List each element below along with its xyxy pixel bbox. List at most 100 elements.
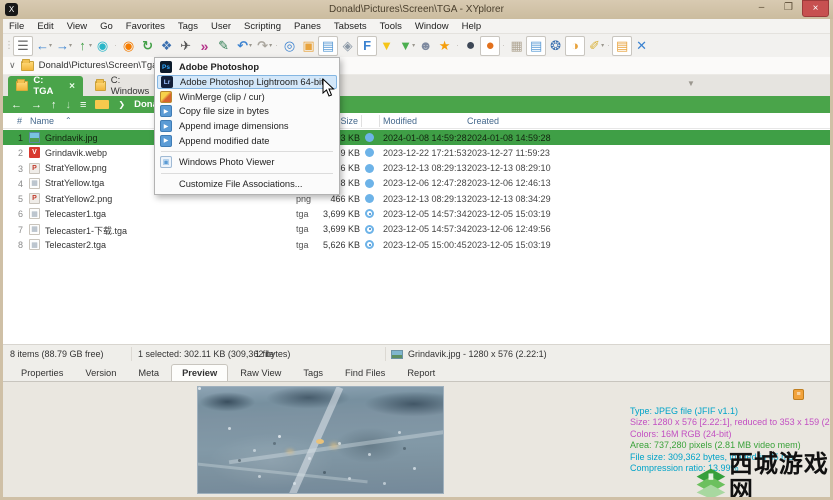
crumb-down-icon[interactable]: ↓	[66, 99, 72, 111]
table-row[interactable]: 1 Grindavik.jpg 303 KB 2024-01-08 14:59:…	[3, 130, 830, 146]
table-row[interactable]: 7 ▦ Telecaster1-下载.tga tga 3,699 KB 2023…	[3, 222, 830, 237]
close-button[interactable]: ×	[802, 0, 829, 17]
pen-icon[interactable]: ✎	[214, 36, 233, 55]
location-pin-icon[interactable]: ◉	[93, 36, 112, 55]
tools-icon[interactable]: ✕	[632, 36, 651, 55]
paste-icon[interactable]: ▤	[318, 35, 339, 56]
search-icon[interactable]: ◎	[280, 36, 299, 55]
panel-flag-icon[interactable]: ≡	[793, 389, 804, 400]
preview-image[interactable]	[197, 386, 444, 494]
refresh-icon[interactable]: ↻	[138, 36, 157, 55]
address-path[interactable]: Donald\Pictures\Screen\Tga	[39, 60, 158, 71]
thumbnail-icon	[391, 349, 403, 359]
table-row[interactable]: 5 P StratYellow2.png png 466 KB 2023-12-…	[3, 191, 830, 206]
menu-help[interactable]: Help	[462, 21, 482, 32]
crumb-up-icon[interactable]: ↑	[51, 99, 57, 111]
tab-report[interactable]: Report	[397, 365, 445, 381]
info-size: Size: 1280 x 576 [2.22:1], reduced to 35…	[630, 417, 833, 428]
table-row[interactable]: 2 V Grindavik.webp 59 KB 2023-12-22 17:2…	[3, 145, 830, 160]
tab-raw-view[interactable]: Raw View	[230, 365, 291, 381]
menu-item-winmerge[interactable]: WinMerge (clip / cur)	[157, 89, 337, 104]
toolbar-separator: ·	[114, 41, 117, 50]
menu-user[interactable]: User	[211, 21, 231, 32]
address-expander-icon[interactable]: ∨	[9, 60, 16, 71]
badge-icon[interactable]: ❂	[546, 36, 565, 55]
folder-icon[interactable]	[95, 100, 110, 109]
redo-dropdown-icon[interactable]: ▾	[269, 42, 272, 49]
menu-edit[interactable]: Edit	[37, 21, 53, 32]
column-header-created[interactable]: Created	[467, 116, 499, 126]
details-view-icon[interactable]: ▤	[526, 35, 547, 56]
menu-item-customize-file-associations[interactable]: Customize File Associations...	[157, 177, 337, 192]
scripts-icon[interactable]: »	[195, 36, 214, 55]
grip-handle[interactable]: ⋮	[4, 36, 14, 55]
menu-item-lightroom[interactable]: Lr Adobe Photoshop Lightroom 64-bit	[157, 74, 337, 90]
address-bar[interactable]: ∨ Donald\Pictures\Screen\Tga	[3, 57, 830, 75]
tab-tags[interactable]: Tags	[293, 365, 333, 381]
forward-dropdown-icon[interactable]: ▾	[69, 42, 72, 49]
crumb-back-icon[interactable]: ←	[11, 99, 22, 111]
table-row[interactable]: 4 ▦ StratYellow.tga 938 KB 2023-12-06 12…	[3, 176, 830, 191]
table-row[interactable]: 8 ▦ Telecaster2.tga tga 5,626 KB 2023-12…	[3, 237, 830, 252]
lock-bag-icon[interactable]: ◈	[338, 36, 357, 55]
menu-tags[interactable]: Tags	[178, 21, 198, 32]
table-row[interactable]: 6 ▦ Telecaster1.tga tga 3,699 KB 2023-12…	[3, 206, 830, 221]
filter-dropdown-icon[interactable]: ▾	[412, 42, 415, 49]
notepad-icon[interactable]: ▤	[612, 35, 633, 56]
menu-item-adobe-photoshop[interactable]: Ps Adobe Photoshop	[157, 60, 337, 75]
undo-dropdown-icon[interactable]: ▾	[249, 42, 252, 49]
label-dot-icon	[365, 163, 374, 173]
menu-view[interactable]: View	[67, 21, 87, 32]
column-divider[interactable]	[379, 115, 380, 127]
info-area: Area: 737,280 pixels (2.81 MB video mem)	[630, 440, 801, 451]
menu-panes[interactable]: Panes	[294, 21, 321, 32]
font-icon[interactable]: F	[357, 35, 378, 56]
copy-icon[interactable]: ▣	[299, 36, 318, 55]
column-header-number[interactable]: #	[17, 116, 22, 126]
tab-c-tga[interactable]: C: TGA ×	[8, 75, 83, 97]
tab-properties[interactable]: Properties	[11, 365, 73, 381]
back-dropdown-icon[interactable]: ▾	[49, 42, 52, 49]
menu-favorites[interactable]: Favorites	[126, 21, 165, 32]
menu-tabsets[interactable]: Tabsets	[334, 21, 367, 32]
tablist-filter-icon[interactable]: ▼	[687, 79, 695, 88]
maximize-button[interactable]: ❐	[775, 0, 802, 15]
crumb-menu-icon[interactable]: ≡	[80, 99, 86, 111]
tab-close-icon[interactable]: ×	[69, 81, 75, 92]
table-row[interactable]: 3 P StratYellow.png 456 KB 2023-12-13 08…	[3, 161, 830, 176]
menu-icon[interactable]: ☰	[13, 35, 33, 56]
menu-file[interactable]: File	[9, 21, 24, 32]
ghost-icon[interactable]: ☻	[416, 36, 435, 55]
menu-item-windows-photo-viewer[interactable]: ▣ Windows Photo Viewer	[157, 155, 337, 170]
menu-window[interactable]: Window	[415, 21, 449, 32]
tab-version[interactable]: Version	[75, 365, 126, 381]
tab-find-files[interactable]: Find Files	[335, 365, 395, 381]
menu-item-append-image-dimensions[interactable]: ▶ Append image dimensions	[157, 119, 337, 134]
crumb-forward-icon[interactable]: →	[31, 99, 42, 111]
menu-scripting[interactable]: Scripting	[244, 21, 281, 32]
panes-icon[interactable]: ▦	[507, 36, 526, 55]
star-icon[interactable]: ★	[435, 36, 454, 55]
column-divider[interactable]	[361, 115, 362, 127]
tab-meta[interactable]: Meta	[128, 365, 169, 381]
send-icon[interactable]: ✈	[176, 36, 195, 55]
layers-icon[interactable]: ❖	[157, 36, 176, 55]
tab-preview[interactable]: Preview	[171, 364, 229, 381]
moon-icon[interactable]: ●	[461, 36, 480, 55]
colors-icon[interactable]: ◑	[565, 35, 586, 56]
minimize-button[interactable]: –	[748, 0, 775, 15]
menu-go[interactable]: Go	[100, 21, 113, 32]
go-icon[interactable]: ◉	[119, 36, 138, 55]
menu-item-copy-file-size[interactable]: ▶ Copy file size in bytes	[157, 104, 337, 119]
title-bar[interactable]: X Donald\Pictures\Screen\TGA - XYplorer …	[0, 0, 833, 19]
basketball-icon[interactable]: ●	[480, 35, 501, 56]
filter-yellow-icon[interactable]: ▼	[377, 36, 396, 55]
column-header-name[interactable]: Name	[30, 116, 54, 126]
window-title: Donald\Pictures\Screen\TGA - XYplorer	[329, 4, 504, 15]
up-dropdown-icon[interactable]: ▾	[89, 42, 92, 49]
menu-item-append-modified-date[interactable]: ▶ Append modified date	[157, 133, 337, 148]
menu-tools[interactable]: Tools	[380, 21, 402, 32]
brush-dropdown-icon[interactable]: ▾	[601, 42, 604, 49]
tab-c-windows[interactable]: C: Windows	[87, 75, 159, 97]
column-header-modified[interactable]: Modified	[383, 116, 417, 126]
